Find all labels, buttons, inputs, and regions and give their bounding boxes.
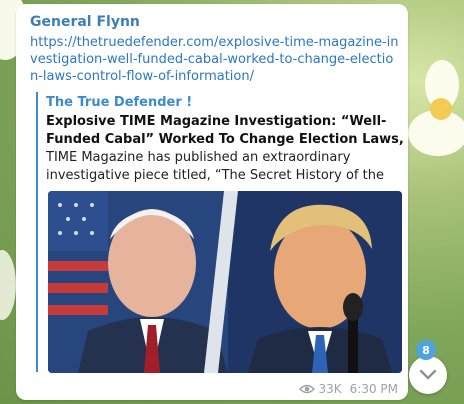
message-meta: 33K 6:30 PM [298, 382, 398, 396]
link-preview[interactable]: The True Defender ! Explosive TIME Magaz… [36, 92, 408, 373]
scroll-down-button[interactable] [409, 356, 447, 394]
background-flower [0, 250, 16, 320]
message-link[interactable]: https://thetruedefender.com/explosive-ti… [30, 34, 400, 85]
sender-name[interactable]: General Flynn [30, 14, 140, 30]
preview-title: Explosive TIME Magazine Investigation: “… [46, 114, 404, 147]
views-count: 33K [318, 382, 342, 396]
preview-site-name: The True Defender ! [46, 95, 193, 110]
views-eye-icon [298, 384, 315, 394]
message-bubble[interactable]: General Flynn https://thetruedefender.co… [16, 4, 408, 400]
background-flower-center [430, 98, 452, 120]
message-time: 6:30 PM [349, 382, 398, 396]
unread-count-badge: 8 [416, 340, 436, 360]
chevron-down-icon [419, 369, 437, 380]
preview-image-graphic [48, 191, 402, 373]
preview-description: TIME Magazine has published an extraordi… [46, 150, 384, 183]
preview-image[interactable] [48, 191, 402, 373]
